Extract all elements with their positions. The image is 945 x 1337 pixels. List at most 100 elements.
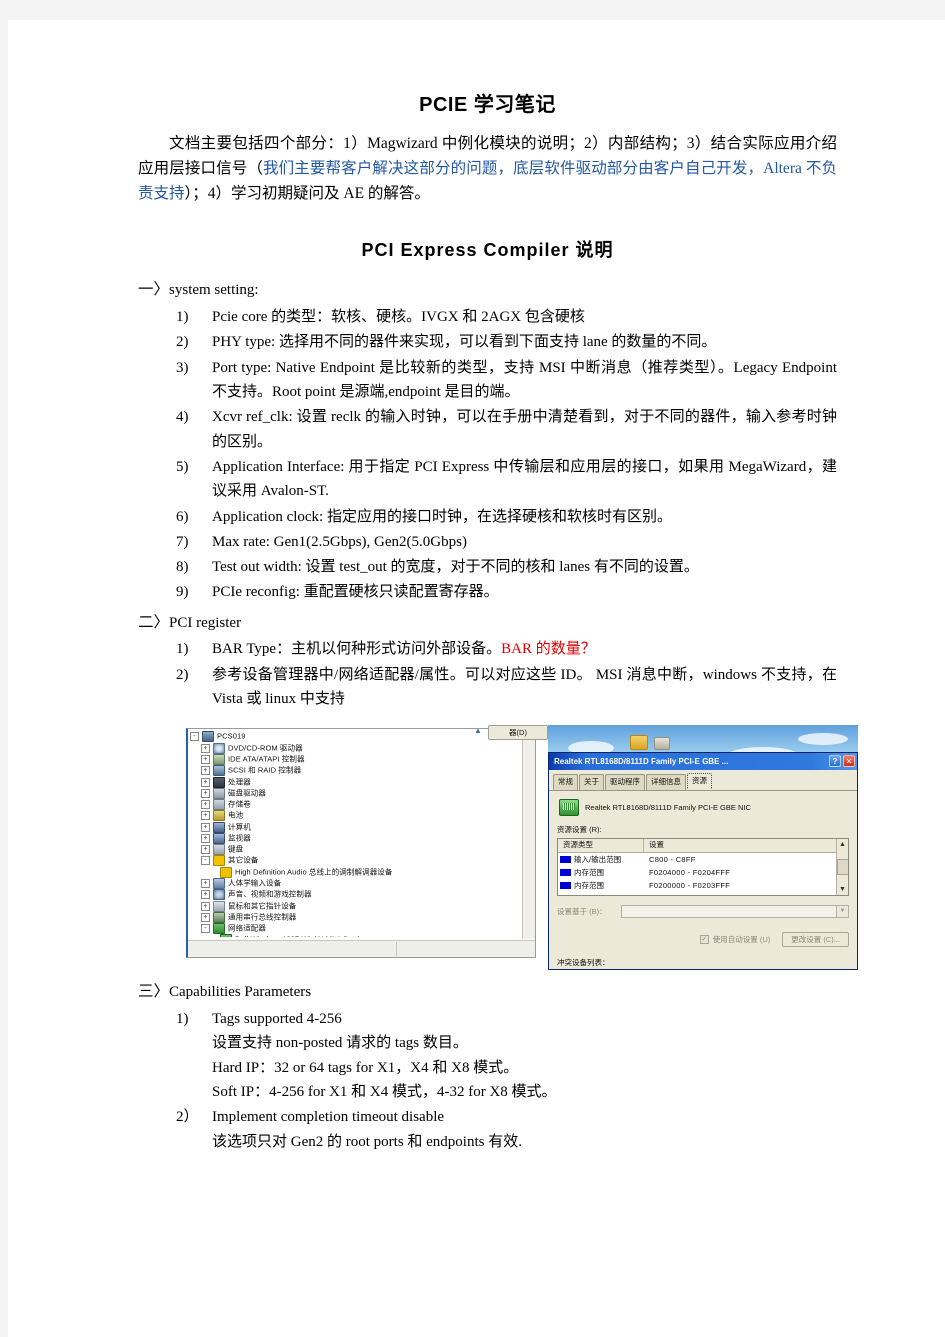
list-item: 1) Pcie core 的类型：软核、硬核。IVGX 和 2AGX 包含硬核 [176,305,837,329]
table-row[interactable]: 内存范围 F0200000 - F0203FFF [558,879,848,892]
tree-label: 处理器 [228,776,251,786]
device-tree[interactable]: - PCS019 + DVD/CD-ROM 驱动器 + IDE ATA/ATAPI 控… [190,731,521,938]
expand-icon[interactable]: + [201,890,210,900]
cell-type: 内存范围 [558,879,644,892]
expand-icon[interactable]: + [201,879,210,889]
checkbox-icon[interactable]: ✓ [699,935,709,945]
tree-node[interactable]: + IDE ATA/ATAPI 控制器 [190,753,521,765]
tree-node[interactable]: + 磁盘驱动器 [190,787,521,799]
tree-node[interactable]: + 处理器 [190,776,521,788]
expand-icon[interactable]: + [201,788,210,798]
tree-node[interactable]: + SCSI 和 RAID 控制器 [190,765,521,777]
list-item: 6) Application clock: 指定应用的接口时钟，在选择硬核和软核时… [176,505,837,529]
tree-node[interactable]: + 存储卷 [190,799,521,811]
collapse-icon[interactable]: - [190,732,199,742]
network-icon [213,923,225,935]
help-icon[interactable]: ? [829,755,841,768]
tab-about[interactable]: 关于 [579,774,604,791]
tab-resources[interactable]: 资源 [687,773,712,790]
item-text: PHY type: 选择用不同的器件来实现，可以看到下面支持 lane 的数量的… [212,334,717,351]
expand-icon[interactable]: + [201,811,210,821]
device-tree-scrollbar[interactable] [522,729,535,940]
document-page: PCIE 学习笔记 文档主要包括四个部分：1）Magwizard 中例化模块的说… [0,0,945,1337]
tree-node[interactable]: - PCS019 [190,731,521,743]
tree-node[interactable]: + 电池 [190,810,521,822]
collapse-icon[interactable]: - [201,924,210,934]
tree-node[interactable]: + 计算机 [190,821,521,833]
auto-settings-checkbox-wrap[interactable]: ✓ 使用自动设置 (U) [699,934,770,945]
intro-paragraph: 文档主要包括四个部分：1）Magwizard 中例化模块的说明；2）内部结构；3… [138,131,837,206]
expand-icon[interactable]: + [201,901,210,911]
tree-node[interactable]: + 键盘 [190,844,521,856]
item-number: 2) [176,666,189,683]
setting-based-combo[interactable]: ▼ [621,905,849,919]
tree-node[interactable]: High Definition Audio 总线上的调制解调器设备 [190,866,521,878]
item-number: 5) [176,458,189,475]
expand-icon[interactable]: + [201,800,210,810]
collapse-icon[interactable]: - [201,856,210,866]
unknown-device-icon [213,855,225,867]
expand-icon[interactable]: + [201,743,210,753]
section-list-2: 1) BAR Type：主机以何种形式访问外部设备。BAR 的数量？ 2) 参考设备… [138,637,837,711]
cell-type: 内存范围 [558,866,644,879]
tree-node[interactable]: + DVD/CD-ROM 驱动器 [190,742,521,754]
chevron-down-icon[interactable]: ▼ [836,906,848,918]
intro-part-3: ）；4）学习初期疑问及 AE 的解答。 [184,185,430,203]
expand-icon[interactable]: + [201,822,210,832]
tree-node[interactable]: + 声音、视频和游戏控制器 [190,889,521,901]
expand-icon[interactable]: + [201,912,210,922]
tree-label: 通用串行总线控制器 [228,912,297,922]
cell-value: F0200000 - F0203FFF [649,881,731,891]
tree-node[interactable]: - 其它设备 [190,855,521,867]
item-number: 2） [176,1109,199,1126]
list-item: 8) Test out width: 设置 test_out 的宽度，对于不同的核… [176,555,837,579]
tab-general[interactable]: 常规 [553,774,578,791]
tree-node[interactable]: + 鼠标和其它指针设备 [190,900,521,912]
scroll-down-icon[interactable]: ▼ [839,884,846,895]
ide-icon [213,753,225,765]
tree-node[interactable]: Dell Wireless 1397 WLAN Mini-Card [190,934,521,938]
chevron-up-icon[interactable]: ▲ [474,726,482,735]
expand-icon[interactable]: + [201,777,210,787]
computer-icon [213,821,225,833]
table-header: 资源类型 设置 [558,839,848,854]
close-icon[interactable]: ✕ [843,755,855,768]
list-item: 4) Xcvr ref_clk: 设置 reclk 的输入时钟，可以在手册中清楚看… [176,405,837,454]
section-heading-text-2: PCI register [169,614,242,631]
item-number: 3) [176,359,189,376]
tree-node[interactable]: + 人体学输入设备 [190,878,521,890]
setting-based-row: 设置基于 (B)： ▼ [557,905,849,919]
expand-icon[interactable]: + [201,833,210,843]
item-number: 6) [176,508,189,525]
nic-icon [220,934,232,938]
change-settings-button[interactable]: 更改设置 (C)... [782,932,849,948]
table-row[interactable]: 内存范围 F0204000 - F0204FFF [558,866,848,879]
disk-icon [213,787,225,799]
resource-settings-label: 资源设置 (R): [557,825,602,835]
sound-icon [213,889,225,901]
table-row[interactable]: 输入/输出范围 C800 - C8FF [558,853,848,866]
resource-table[interactable]: 资源类型 设置 输入/输出范围 C800 - C8FF 内存范围 F020400… [557,838,849,897]
nic-icon [559,799,579,817]
item-subline: Soft IP：4-256 for X1 和 X4 模式，4-32 for X8… [212,1084,557,1101]
tree-node[interactable]: + 通用串行总线控制器 [190,911,521,923]
table-scrollbar[interactable]: ▲ ▼ [836,839,848,896]
cpu-icon [213,776,225,788]
column-header-setting: 设置 [649,840,664,850]
item-text: Test out width: 设置 test_out 的宽度，对于不同的核和 … [212,559,699,576]
floating-button[interactable]: 器(D) [488,725,548,741]
tab-driver[interactable]: 驱动程序 [605,774,645,791]
tab-details[interactable]: 详细信息 [646,774,686,791]
tree-node[interactable]: - 网络适配器 [190,923,521,935]
volume-icon [213,799,225,811]
item-text: Tags supported 4-256 [212,1011,342,1028]
scroll-up-icon[interactable]: ▲ [839,839,846,850]
list-item: 9) PCIe reconfig: 重配置硬核只读配置寄存器。 [176,580,837,604]
expand-icon[interactable]: + [201,845,210,855]
expand-icon[interactable]: + [201,766,210,776]
scrollbar-thumb[interactable] [837,859,848,876]
expand-icon[interactable]: + [201,754,210,764]
dialog-tabs: 常规 关于 驱动程序 详细信息 资源 [549,770,857,792]
tree-node[interactable]: + 监视器 [190,832,521,844]
section-heading-text-3: Capabilities Parameters [169,984,312,1001]
